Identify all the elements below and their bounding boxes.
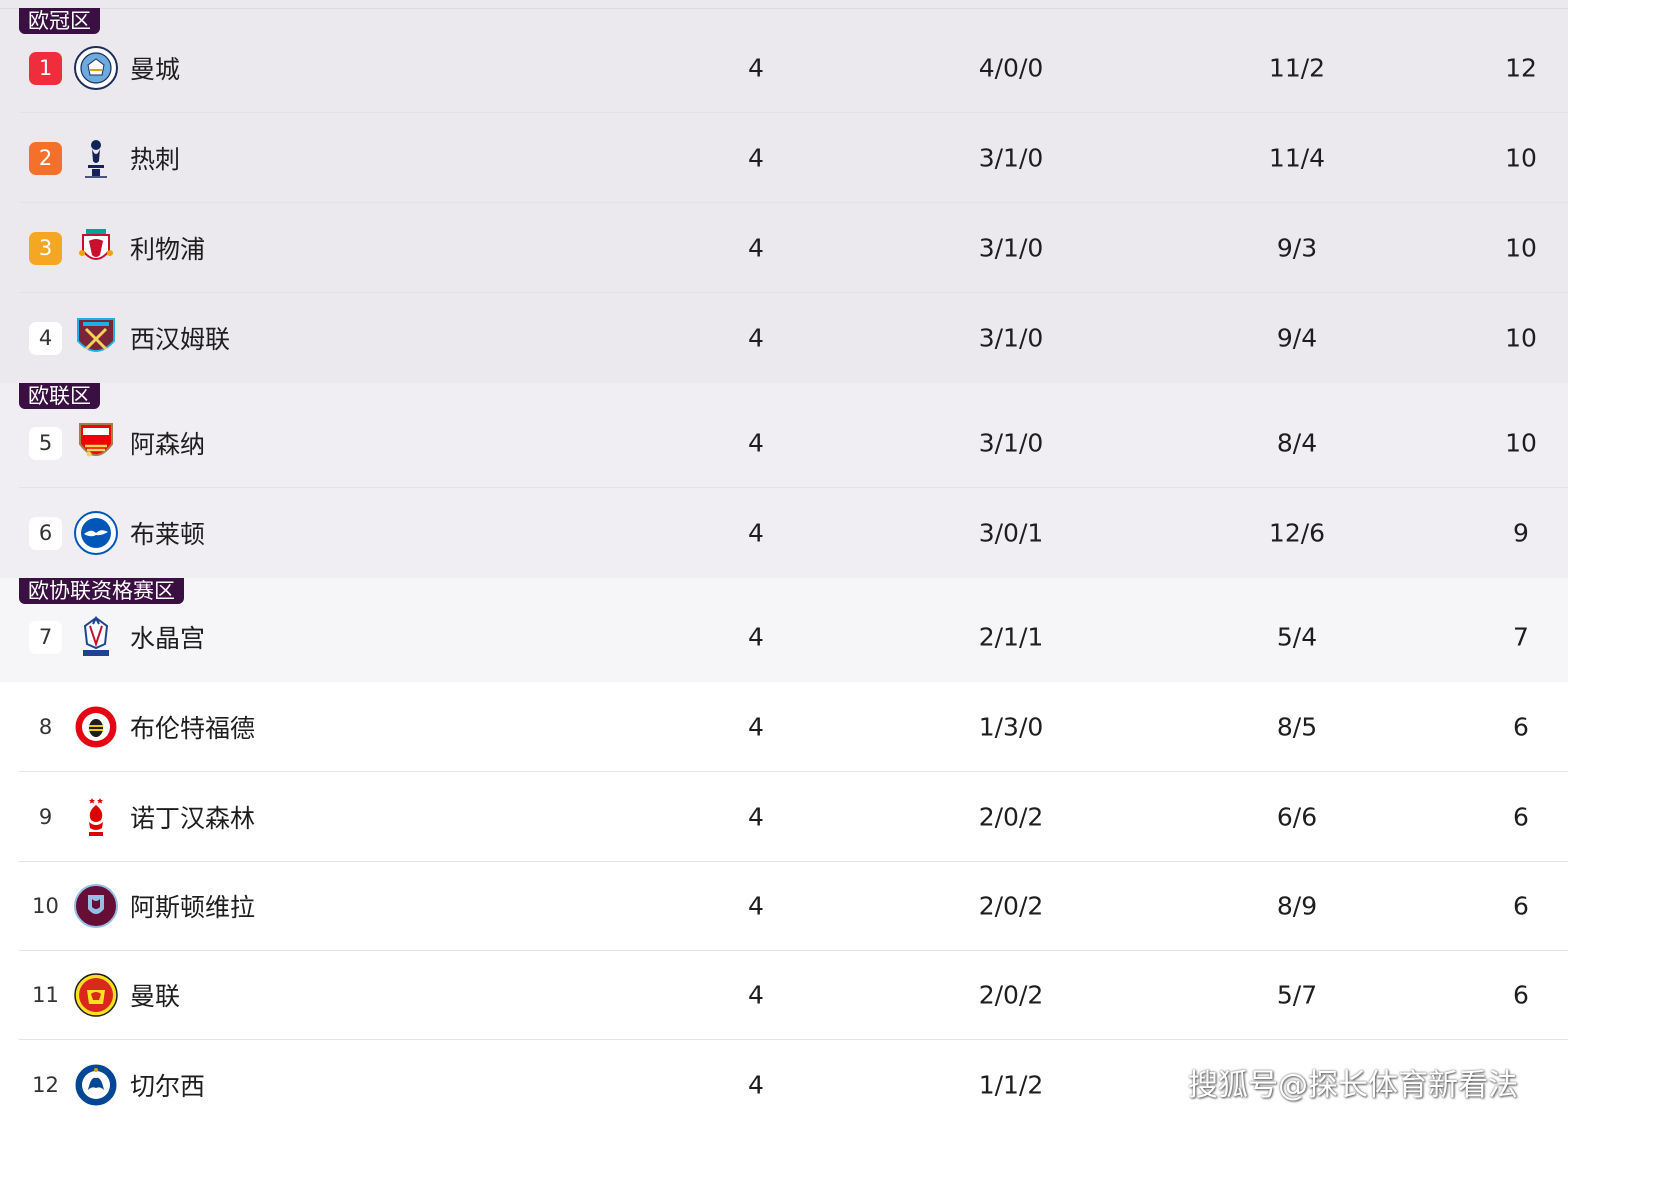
table-row[interactable]: 2 热刺 4 3/1/0 11/4 10 — [0, 113, 1568, 203]
goals-value: 6/6 — [1276, 802, 1318, 832]
team-name[interactable]: 曼城 — [130, 50, 180, 86]
man-city-crest-icon — [73, 45, 119, 91]
wdl-value: 3/1/0 — [978, 428, 1044, 458]
rank-badge: 7 — [29, 621, 62, 654]
rank-badge: 12 — [29, 1069, 62, 1102]
played-value: 4 — [748, 143, 764, 173]
table-row[interactable]: 7 水晶宫 4 2/1/1 5/4 7 — [0, 592, 1568, 682]
goals-value: 8/5 — [1276, 712, 1318, 742]
wdl-value: 1/3/0 — [978, 712, 1044, 742]
goals-value: 5/7 — [1276, 980, 1318, 1010]
wdl-value: 2/0/2 — [978, 802, 1044, 832]
points-value: 10 — [1505, 323, 1537, 353]
table-row[interactable]: 4 西汉姆联 4 3/1/0 9/4 10 — [0, 293, 1568, 383]
rank-badge: 3 — [29, 232, 62, 265]
goals-value: 11/2 — [1268, 53, 1326, 83]
rank-badge: 8 — [29, 711, 62, 744]
rank-badge: 11 — [29, 979, 62, 1012]
man-united-crest-icon — [73, 972, 119, 1018]
team-name[interactable]: 热刺 — [130, 140, 180, 176]
arsenal-crest-icon — [73, 420, 119, 466]
brighton-crest-icon — [73, 510, 119, 556]
crystal-palace-crest-icon — [73, 614, 119, 660]
table-row[interactable]: 8 布伦特福德 4 1/3/0 8/5 6 — [0, 682, 1568, 772]
table-row[interactable]: 10 阿斯顿维拉 4 2/0/2 8/9 6 — [0, 861, 1568, 951]
played-value: 4 — [748, 622, 764, 652]
played-value: 4 — [748, 712, 764, 742]
points-value: 6 — [1513, 980, 1529, 1010]
played-value: 4 — [748, 428, 764, 458]
wdl-value: 1/1/2 — [978, 1070, 1044, 1100]
table-row[interactable]: 9 诺丁汉森林 4 2/0/2 6/6 6 — [0, 772, 1568, 862]
wdl-value: 2/1/1 — [978, 622, 1044, 652]
wdl-value: 4/0/0 — [978, 53, 1044, 83]
points-value: 10 — [1505, 428, 1537, 458]
points-value: 9 — [1513, 518, 1529, 548]
brentford-crest-icon — [73, 704, 119, 750]
points-value: 7 — [1513, 622, 1529, 652]
played-value: 4 — [748, 323, 764, 353]
wdl-value: 3/1/0 — [978, 233, 1044, 263]
goals-value: 9/3 — [1276, 233, 1318, 263]
team-name[interactable]: 曼联 — [130, 977, 180, 1013]
wdl-value: 2/0/2 — [978, 980, 1044, 1010]
played-value: 4 — [748, 53, 764, 83]
team-name[interactable]: 布伦特福德 — [130, 709, 255, 745]
tottenham-crest-icon — [73, 135, 119, 181]
table-row[interactable]: 11 曼联 4 2/0/2 5/7 6 — [0, 950, 1568, 1040]
rank-badge: 1 — [29, 52, 62, 85]
table-row[interactable]: 5 阿森纳 4 3/1/0 8/4 10 — [0, 398, 1568, 488]
ucl-zone-tag: 欧冠区 — [19, 8, 100, 34]
team-name[interactable]: 切尔西 — [130, 1067, 205, 1103]
wdl-value: 2/0/2 — [978, 891, 1044, 921]
points-value: 6 — [1513, 891, 1529, 921]
played-value: 4 — [748, 802, 764, 832]
source-watermark: 搜狐号@探长体育新看法 — [1188, 1068, 1518, 1103]
played-value: 4 — [748, 233, 764, 263]
rank-badge: 6 — [29, 517, 62, 550]
rank-badge: 4 — [29, 322, 62, 355]
wdl-value: 3/0/1 — [978, 518, 1044, 548]
wdl-value: 3/1/0 — [978, 143, 1044, 173]
chelsea-crest-icon — [73, 1062, 119, 1108]
played-value: 4 — [748, 518, 764, 548]
team-name[interactable]: 阿森纳 — [130, 425, 205, 461]
aston-villa-crest-icon — [73, 883, 119, 929]
team-name[interactable]: 西汉姆联 — [130, 320, 230, 356]
rank-badge: 2 — [29, 142, 62, 175]
west-ham-crest-icon — [73, 315, 119, 361]
rank-badge: 9 — [29, 801, 62, 834]
table-row[interactable]: 3 利物浦 4 3/1/0 9/3 10 — [0, 203, 1568, 293]
goals-value: 8/9 — [1276, 891, 1318, 921]
uecl-zone-tag: 欧协联资格赛区 — [19, 578, 184, 604]
team-name[interactable]: 水晶宫 — [130, 619, 205, 655]
table-top-border — [0, 8, 1568, 9]
table-row[interactable]: 6 布莱顿 4 3/0/1 12/6 9 — [0, 488, 1568, 578]
played-value: 4 — [748, 891, 764, 921]
wdl-value: 3/1/0 — [978, 323, 1044, 353]
nottingham-forest-crest-icon — [73, 794, 119, 840]
points-value: 6 — [1513, 802, 1529, 832]
goals-value: 8/4 — [1276, 428, 1318, 458]
goals-value: 12/6 — [1268, 518, 1326, 548]
rank-badge: 10 — [29, 890, 62, 923]
points-value: 12 — [1505, 53, 1537, 83]
team-name[interactable]: 阿斯顿维拉 — [130, 888, 255, 924]
goals-value: 9/4 — [1276, 323, 1318, 353]
played-value: 4 — [748, 980, 764, 1010]
points-value: 10 — [1505, 233, 1537, 263]
team-name[interactable]: 布莱顿 — [130, 515, 205, 551]
goals-value: 5/4 — [1276, 622, 1318, 652]
played-value: 4 — [748, 1070, 764, 1100]
uel-zone-tag: 欧联区 — [19, 383, 100, 409]
rank-badge: 5 — [29, 427, 62, 460]
points-value: 6 — [1513, 712, 1529, 742]
team-name[interactable]: 利物浦 — [130, 230, 205, 266]
liverpool-crest-icon — [73, 225, 119, 271]
team-name[interactable]: 诺丁汉森林 — [130, 799, 255, 835]
goals-value: 11/4 — [1268, 143, 1326, 173]
table-row[interactable]: 1 曼城 4 4/0/0 11/2 12 — [0, 23, 1568, 113]
points-value: 10 — [1505, 143, 1537, 173]
